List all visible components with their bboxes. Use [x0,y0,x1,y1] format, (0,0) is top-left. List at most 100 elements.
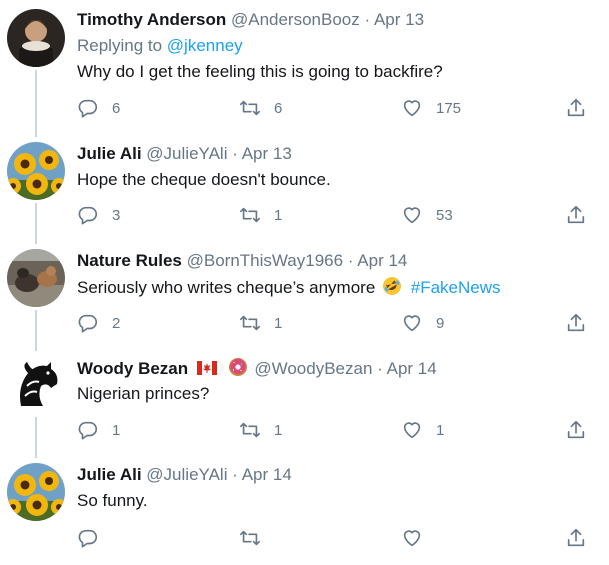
tweet[interactable]: Julie Ali @JulieYAli · Apr 13 Hope the c… [0,137,609,244]
tweet-date[interactable]: Apr 14 [387,359,437,378]
tweet-text: Why do I get the feeling this is going t… [77,62,443,81]
tweet[interactable]: Timothy Anderson @AndersonBooz · Apr 13 … [0,0,609,137]
reply-icon [78,421,98,440]
like-button[interactable]: 9 [401,311,444,335]
like-count: 53 [436,206,453,224]
reply-button[interactable]: 2 [77,311,120,335]
separator-dot: · [347,251,354,270]
avatar[interactable] [7,142,65,200]
tweet-header: Nature Rules @BornThisWay1966 · Apr 14 [77,250,599,272]
tweet-actions: 2 1 9 [0,311,609,335]
retweet-count: 1 [274,421,283,439]
replying-to-label: Replying to [77,36,163,55]
tweet-text: So funny. [77,491,148,510]
tweet-header: Woody Bezan @WoodyBezan · Apr 14 [77,357,599,380]
reply-button[interactable]: 3 [77,203,120,227]
share-icon [567,205,585,224]
avatar[interactable] [7,463,65,521]
share-button[interactable] [565,418,587,442]
reply-icon [78,206,98,225]
share-button[interactable] [565,526,587,550]
share-button[interactable] [565,96,587,120]
tweet-text: Seriously who writes cheque’s anymore #F… [77,276,501,299]
display-name[interactable]: Woody Bezan [77,359,188,378]
user-handle[interactable]: @JulieYAli [146,465,227,484]
reply-thread: Timothy Anderson @AndersonBooz · Apr 13 … [0,0,609,564]
tweet-text: Nigerian princes? [77,384,210,403]
avatar[interactable] [7,356,65,414]
retweet-button[interactable] [239,526,274,550]
user-handle[interactable]: @JulieYAli [146,144,227,163]
retweet-button[interactable]: 1 [239,418,282,442]
share-button[interactable] [565,203,587,227]
reply-button[interactable] [77,526,112,550]
hashtag-link[interactable]: #FakeNews [411,278,501,297]
retweet-icon [240,422,260,438]
share-icon [567,98,585,117]
reply-button[interactable]: 1 [77,418,120,442]
separator-dot: · [232,144,238,163]
replying-to: Replying to @jkenney [77,35,243,57]
like-count: 175 [436,99,462,117]
tweet-date[interactable]: Apr 13 [374,10,424,29]
retweet-icon [240,530,260,546]
display-name[interactable]: Nature Rules [77,251,182,270]
tweet-header: Julie Ali @JulieYAli · Apr 13 [77,143,599,165]
like-button[interactable]: 53 [401,203,453,227]
tweet-date[interactable]: Apr 14 [242,465,292,484]
share-icon [567,528,585,547]
tweet-text: Hope the cheque doesn't bounce. [77,170,331,189]
retweet-icon [240,100,260,116]
display-name[interactable]: Julie Ali [77,465,142,484]
reply-icon [78,529,98,548]
retweet-button[interactable]: 6 [239,96,282,120]
separator-dot: · [232,465,238,484]
tweet-date[interactable]: Apr 13 [242,144,292,163]
retweet-icon [240,207,260,223]
like-button[interactable] [401,526,436,550]
display-name[interactable]: Timothy Anderson [77,10,226,29]
tweet-date[interactable]: Apr 14 [357,251,407,270]
tweet-header: Timothy Anderson @AndersonBooz · Apr 13 [77,9,599,31]
tweet-actions: 6 6 175 [0,96,609,120]
retweet-icon [240,315,260,331]
reply-button[interactable]: 6 [77,96,120,120]
heart-icon [403,100,421,117]
display-name[interactable]: Julie Ali [77,144,142,163]
user-handle[interactable]: @BornThisWay1966 [187,251,343,270]
share-icon [567,313,585,332]
retweet-button[interactable]: 1 [239,203,282,227]
user-handle[interactable]: @WoodyBezan [254,359,372,378]
share-icon [567,420,585,439]
tweet-actions [0,526,609,550]
like-count: 1 [436,421,445,439]
avatar[interactable] [7,9,65,67]
user-handle[interactable]: @AndersonBooz [231,10,360,29]
heart-icon [403,315,421,332]
reply-icon [78,314,98,333]
retweet-button[interactable]: 1 [239,311,282,335]
tweet-header: Julie Ali @JulieYAli · Apr 14 [77,464,599,486]
reply-icon [78,99,98,118]
like-button[interactable]: 1 [401,418,444,442]
like-count: 9 [436,314,445,332]
reply-count: 2 [112,314,121,332]
reply-count: 1 [112,421,121,439]
heart-icon [403,530,421,547]
separator-dot: · [377,359,383,378]
reply-count: 3 [112,206,121,224]
mention-link[interactable]: @jkenney [167,36,243,55]
retweet-count: 1 [274,206,283,224]
separator-dot: · [364,10,371,29]
heart-icon [403,207,421,224]
reply-count: 6 [112,99,121,117]
canada-flag-emoji [196,361,217,375]
share-button[interactable] [565,311,587,335]
avatar[interactable] [7,249,65,307]
tweet-text-content: Seriously who writes cheque’s anymore [77,278,376,297]
retweet-count: 1 [274,314,283,332]
retweet-count: 6 [274,99,283,117]
heart-icon [403,422,421,439]
rolling-on-floor-laughing-emoji [383,277,402,295]
like-button[interactable]: 175 [401,96,461,120]
